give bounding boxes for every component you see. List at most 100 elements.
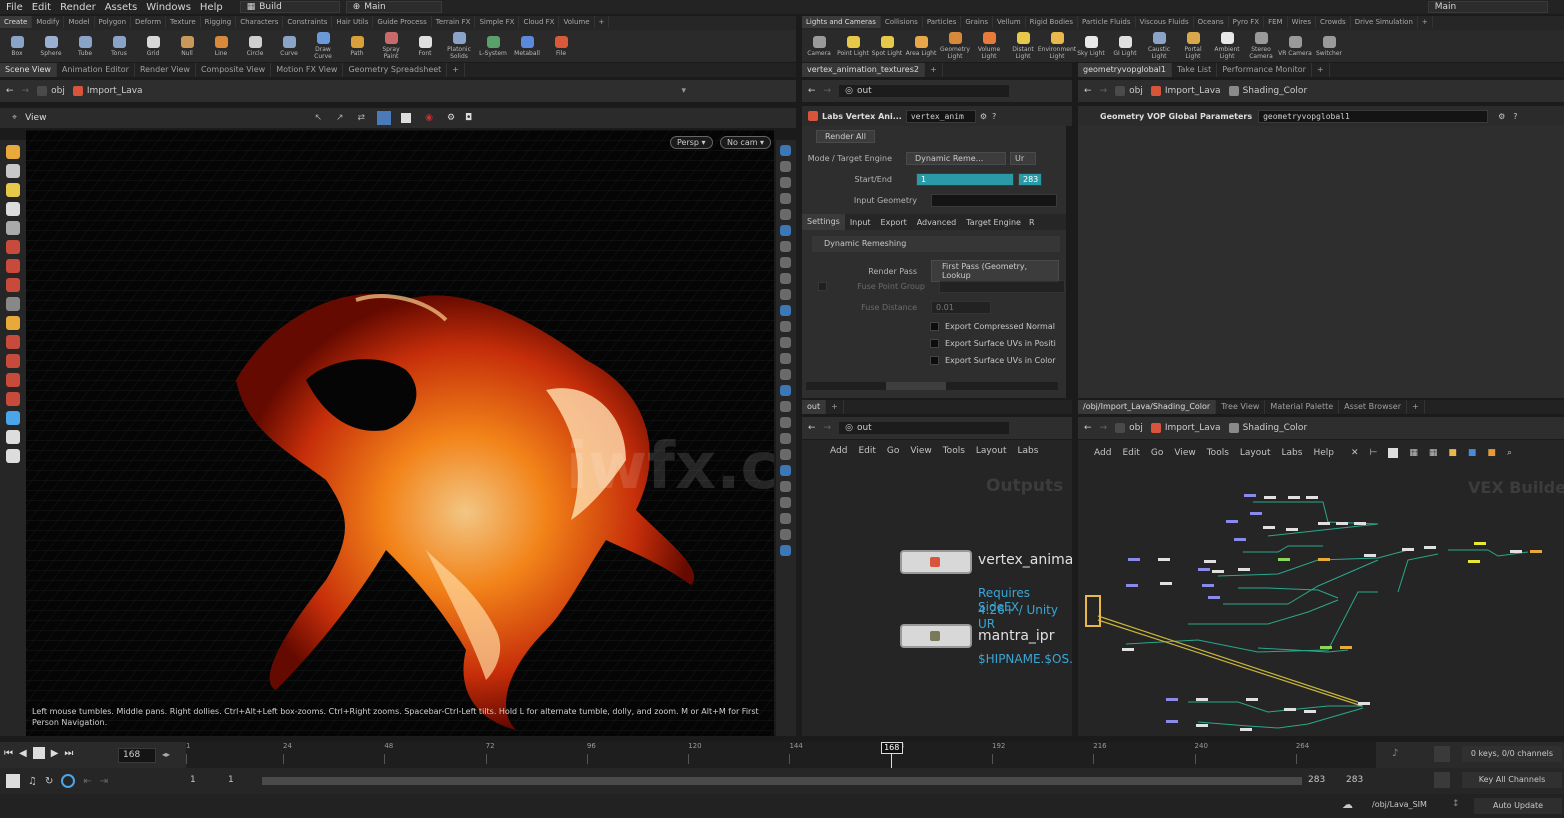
key-all-icon[interactable]: [1434, 772, 1450, 788]
left-tool-l-system[interactable]: L-System: [476, 30, 510, 62]
display-option-icon[interactable]: [780, 241, 791, 252]
fuse-group-toggle[interactable]: [818, 282, 827, 291]
palette-icon[interactable]: ■: [1448, 448, 1457, 458]
shelf-tab-terrain-fx[interactable]: Terrain FX: [432, 16, 476, 28]
shelf-tab-hair-utils[interactable]: Hair Utils: [332, 16, 374, 28]
select-tool-icon[interactable]: ↖: [314, 113, 322, 123]
right-tool-point-light[interactable]: Point Light: [836, 30, 870, 62]
path-import-lava[interactable]: Import_Lava: [1150, 423, 1221, 433]
path-dropdown-icon[interactable]: ▾: [681, 86, 686, 96]
shelf-tab-rigid-bodies[interactable]: Rigid Bodies: [1026, 16, 1078, 28]
right-tool-volume-light[interactable]: Volume Light: [972, 30, 1006, 62]
tab-advanced[interactable]: Advanced: [912, 218, 962, 227]
vop-node[interactable]: [1336, 522, 1348, 525]
menu-go[interactable]: Go: [1151, 448, 1163, 458]
tab-composite-view[interactable]: Composite View: [196, 63, 272, 77]
right-tool-geometry-light[interactable]: Geometry Light: [938, 30, 972, 62]
menu-assets[interactable]: Assets: [105, 2, 138, 13]
forward-arrow-icon[interactable]: →: [1100, 423, 1108, 433]
left-tool-platonic-solids[interactable]: Platonic Solids: [442, 30, 476, 62]
menu-layout[interactable]: Layout: [1240, 448, 1271, 458]
display-option-icon[interactable]: [780, 289, 791, 300]
left-tool-draw-curve[interactable]: Draw Curve: [306, 30, 340, 62]
right-tool-distant-light[interactable]: Distant Light: [1006, 30, 1040, 62]
range-slider[interactable]: [262, 777, 1302, 785]
viewer-tool-icon[interactable]: [6, 259, 20, 273]
vertex-anim-node[interactable]: [900, 550, 972, 574]
sound-icon[interactable]: ♫: [28, 776, 37, 787]
tree-icon[interactable]: ⊢: [1370, 448, 1378, 458]
help-icon[interactable]: ?: [992, 112, 996, 121]
shelf-tab-texture[interactable]: Texture: [166, 16, 201, 28]
key-all-button[interactable]: Key All Channels: [1462, 772, 1562, 788]
menu-labs[interactable]: Labs: [1282, 448, 1303, 458]
scrollbar-thumb[interactable]: [886, 382, 946, 390]
vop-node[interactable]: [1288, 496, 1300, 499]
render-pass-dropdown[interactable]: First Pass (Geometry, Lookup: [931, 260, 1059, 282]
viewer-tool-icon[interactable]: [6, 411, 20, 425]
forward-arrow-icon[interactable]: →: [824, 423, 832, 433]
shelf-tab-guide-process[interactable]: Guide Process: [373, 16, 432, 28]
pin-icon[interactable]: ⌖: [12, 113, 17, 123]
shelf-tab-model[interactable]: Model: [64, 16, 95, 28]
left-tool-metaball[interactable]: Metaball: [510, 30, 544, 62]
right-tool-switcher[interactable]: Switcher: [1312, 30, 1346, 62]
display-option-icon[interactable]: [780, 369, 791, 380]
vop-node[interactable]: [1354, 522, 1366, 525]
menu-labs[interactable]: Labs: [1018, 446, 1039, 456]
vop-node[interactable]: [1158, 558, 1170, 561]
keyframe-icon[interactable]: [1434, 746, 1450, 762]
range-end[interactable]: 283: [1308, 775, 1325, 785]
display-option-icon[interactable]: [780, 273, 791, 284]
viewer-tool-icon[interactable]: [6, 430, 20, 444]
display-option-icon[interactable]: [780, 401, 791, 412]
path-import-lava[interactable]: Import_Lava: [1150, 86, 1221, 96]
vop-node[interactable]: [1424, 546, 1436, 549]
left-tool-torus[interactable]: Torus: [102, 30, 136, 62]
right-tool-area-light[interactable]: Area Light: [904, 30, 938, 62]
gear-icon[interactable]: ⚙: [980, 112, 987, 121]
tab-render-view[interactable]: Render View: [135, 63, 196, 77]
search-icon[interactable]: ⌕: [1507, 448, 1512, 458]
update-mode-icon[interactable]: ↕: [1452, 799, 1460, 809]
shelf-tab-create[interactable]: Create: [0, 16, 33, 28]
fuse-group-field[interactable]: [939, 280, 1065, 293]
audio-icon[interactable]: ♪: [1392, 748, 1398, 759]
left-tool-font[interactable]: Font: [408, 30, 442, 62]
vop-node[interactable]: [1320, 646, 1332, 649]
viewer-tool-icon[interactable]: [6, 316, 20, 330]
path-obj[interactable]: obj: [1115, 423, 1143, 433]
menu-view[interactable]: View: [1174, 448, 1195, 458]
vop-node[interactable]: [1510, 550, 1522, 553]
handle-tool-icon[interactable]: ⇄: [358, 113, 366, 123]
shelf-tab-pyro-fx[interactable]: Pyro FX: [1229, 16, 1265, 28]
viewer-tool-icon[interactable]: [6, 392, 20, 406]
add-shelf-tab-icon[interactable]: +: [1418, 16, 1433, 28]
display-option-icon[interactable]: [780, 225, 791, 236]
horizontal-scrollbar[interactable]: [806, 382, 1058, 390]
viewer-tool-icon[interactable]: [6, 278, 20, 292]
checkbox[interactable]: [930, 356, 939, 365]
menu-render[interactable]: Render: [60, 2, 96, 13]
tab-scene-view[interactable]: Scene View: [0, 63, 57, 77]
shelf-tab-fem[interactable]: FEM: [1264, 16, 1288, 28]
shelf-tab-constraints[interactable]: Constraints: [283, 16, 333, 28]
check-uvs-position[interactable]: Export Surface UVs in Positi: [930, 339, 1056, 348]
forward-arrow-icon[interactable]: →: [824, 86, 832, 96]
viewer-tool-icon[interactable]: [6, 202, 20, 216]
vop-node[interactable]: [1474, 542, 1486, 545]
vop-node[interactable]: [1530, 550, 1542, 553]
menu-go[interactable]: Go: [887, 446, 899, 456]
vop-node[interactable]: [1166, 698, 1178, 701]
menu-edit[interactable]: Edit: [858, 446, 875, 456]
transform-tool-icon[interactable]: ↗: [336, 113, 344, 123]
image-icon[interactable]: ■: [1468, 448, 1477, 458]
auto-update-button[interactable]: Auto Update: [1474, 798, 1562, 814]
shelf-tab-crowds[interactable]: Crowds: [1316, 16, 1351, 28]
checkbox[interactable]: [930, 322, 939, 331]
3d-viewport[interactable]: Persp ▾ No cam ▾ Left mouse tumbles. Mid…: [26, 130, 774, 736]
camera-menu[interactable]: No cam ▾: [720, 136, 772, 149]
vop-node[interactable]: [1364, 554, 1376, 557]
vop-node[interactable]: [1208, 596, 1220, 599]
menu-edit[interactable]: Edit: [1122, 448, 1139, 458]
